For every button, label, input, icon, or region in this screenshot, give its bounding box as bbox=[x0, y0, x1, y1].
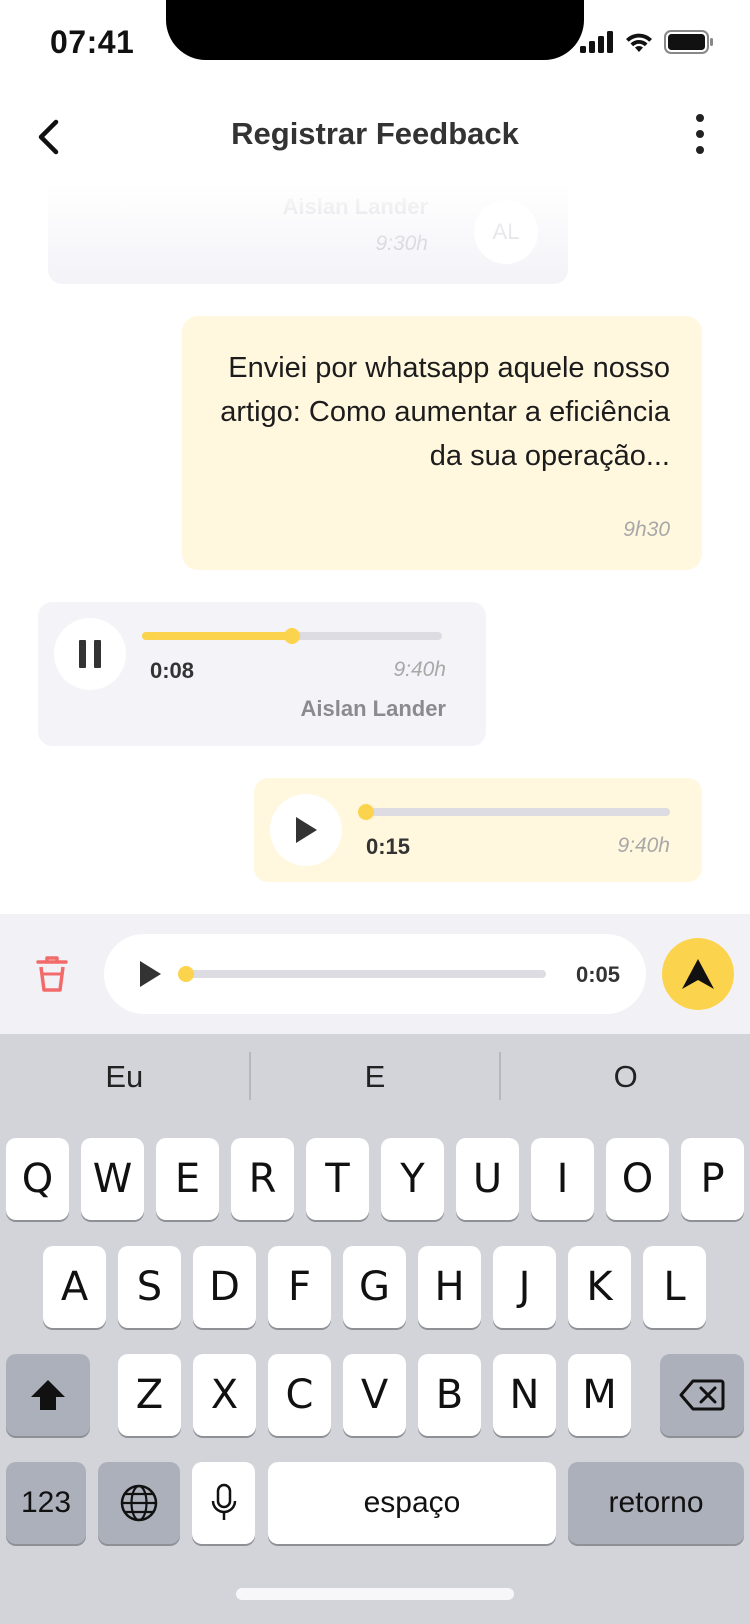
message-text: Enviei por whatsapp aquele nosso artigo:… bbox=[220, 352, 670, 472]
suggestion-3[interactable]: O bbox=[501, 1052, 750, 1102]
header: Registrar Feedback bbox=[0, 100, 750, 174]
recording-bar: 0:05 bbox=[0, 914, 750, 1034]
faded-message-bubble: Aislan Lander 9:30h AL bbox=[48, 186, 568, 284]
faded-message-time: 9:30h bbox=[375, 232, 428, 255]
outgoing-text-message[interactable]: Enviei por whatsapp aquele nosso artigo:… bbox=[182, 316, 702, 570]
key-r[interactable]: R bbox=[231, 1138, 294, 1220]
key-c[interactable]: C bbox=[268, 1354, 331, 1436]
key-l[interactable]: L bbox=[643, 1246, 706, 1328]
key-y[interactable]: Y bbox=[381, 1138, 444, 1220]
chat-area[interactable]: Aislan Lander 9:30h AL Enviei por whatsa… bbox=[0, 186, 750, 914]
space-key[interactable]: espaço bbox=[268, 1462, 556, 1544]
recording-duration: 0:05 bbox=[575, 962, 620, 987]
key-h[interactable]: H bbox=[418, 1246, 481, 1328]
send-arrow-icon bbox=[682, 959, 714, 989]
key-b[interactable]: B bbox=[418, 1354, 481, 1436]
pause-button[interactable] bbox=[54, 618, 126, 690]
status-time: 07:41 bbox=[50, 24, 135, 60]
recording-player: 0:05 bbox=[104, 934, 646, 1014]
backspace-key[interactable] bbox=[660, 1354, 744, 1436]
key-f[interactable]: F bbox=[268, 1246, 331, 1328]
audio-progress-slider[interactable] bbox=[142, 628, 442, 644]
audio-duration: 0:08 bbox=[150, 658, 195, 683]
key-j[interactable]: J bbox=[493, 1246, 556, 1328]
play-icon bbox=[296, 817, 317, 843]
key-o[interactable]: O bbox=[606, 1138, 669, 1220]
key-x[interactable]: X bbox=[193, 1354, 256, 1436]
audio-progress-knob[interactable] bbox=[284, 628, 300, 644]
status-icons bbox=[580, 30, 714, 54]
key-q[interactable]: Q bbox=[6, 1138, 69, 1220]
numbers-key[interactable]: 123 bbox=[6, 1462, 86, 1544]
key-e[interactable]: E bbox=[156, 1138, 219, 1220]
signal-icon bbox=[580, 31, 613, 53]
send-button[interactable] bbox=[662, 938, 734, 1010]
audio-progress-fill bbox=[142, 632, 292, 640]
key-g[interactable]: G bbox=[343, 1246, 406, 1328]
incoming-audio-message: 0:08 9:40h Aislan Lander bbox=[38, 602, 486, 746]
more-dot-icon bbox=[696, 130, 704, 138]
key-s[interactable]: S bbox=[118, 1246, 181, 1328]
audio-time: 9:40h bbox=[393, 658, 446, 681]
home-indicator[interactable] bbox=[236, 1588, 514, 1600]
status-bar: 07:41 bbox=[0, 0, 750, 90]
battery-icon bbox=[664, 30, 713, 54]
pause-icon bbox=[79, 640, 101, 668]
key-m[interactable]: M bbox=[568, 1354, 631, 1436]
key-n[interactable]: N bbox=[493, 1354, 556, 1436]
key-k[interactable]: K bbox=[568, 1246, 631, 1328]
delete-recording-button[interactable] bbox=[30, 952, 74, 996]
notch bbox=[166, 0, 584, 60]
play-icon bbox=[140, 961, 161, 987]
shift-key[interactable] bbox=[6, 1354, 90, 1436]
more-options-button[interactable] bbox=[690, 114, 710, 154]
more-dot-icon bbox=[696, 146, 704, 154]
wifi-icon bbox=[626, 33, 652, 52]
backspace-icon bbox=[679, 1379, 725, 1411]
audio-progress-slider[interactable] bbox=[358, 804, 670, 820]
audio-time: 9:40h bbox=[617, 834, 670, 857]
audio-progress-knob[interactable] bbox=[358, 804, 374, 820]
key-z[interactable]: Z bbox=[118, 1354, 181, 1436]
suggestion-2[interactable]: E bbox=[251, 1052, 500, 1102]
outgoing-audio-message: 0:15 9:40h bbox=[254, 778, 702, 882]
keyboard: Eu E O Q W E R T Y U I O P A S D F G H J… bbox=[0, 1034, 750, 1624]
page-title: Registrar Feedback bbox=[231, 116, 519, 151]
message-time: 9h30 bbox=[623, 518, 670, 541]
faded-sender-name: Aislan Lander bbox=[282, 194, 428, 219]
recording-progress-knob[interactable] bbox=[178, 966, 194, 982]
globe-icon bbox=[120, 1484, 158, 1522]
key-t[interactable]: T bbox=[306, 1138, 369, 1220]
microphone-key[interactable] bbox=[192, 1462, 255, 1544]
audio-sender-name: Aislan Lander bbox=[300, 696, 446, 721]
trash-icon bbox=[36, 956, 68, 992]
key-i[interactable]: I bbox=[531, 1138, 594, 1220]
key-p[interactable]: P bbox=[681, 1138, 744, 1220]
key-v[interactable]: V bbox=[343, 1354, 406, 1436]
suggestion-1[interactable]: Eu bbox=[0, 1052, 249, 1102]
globe-key[interactable] bbox=[98, 1462, 180, 1544]
more-dot-icon bbox=[696, 114, 704, 122]
play-button[interactable] bbox=[270, 794, 342, 866]
audio-duration: 0:15 bbox=[366, 834, 411, 859]
key-a[interactable]: A bbox=[43, 1246, 106, 1328]
shift-icon bbox=[31, 1380, 65, 1410]
suggestion-bar: Eu E O bbox=[0, 1052, 750, 1102]
key-w[interactable]: W bbox=[81, 1138, 144, 1220]
play-recording-button[interactable] bbox=[132, 956, 168, 992]
recording-progress-slider[interactable] bbox=[178, 966, 546, 982]
microphone-icon bbox=[211, 1483, 236, 1520]
key-u[interactable]: U bbox=[456, 1138, 519, 1220]
avatar: AL bbox=[474, 200, 538, 264]
key-d[interactable]: D bbox=[193, 1246, 256, 1328]
return-key[interactable]: retorno bbox=[568, 1462, 744, 1544]
